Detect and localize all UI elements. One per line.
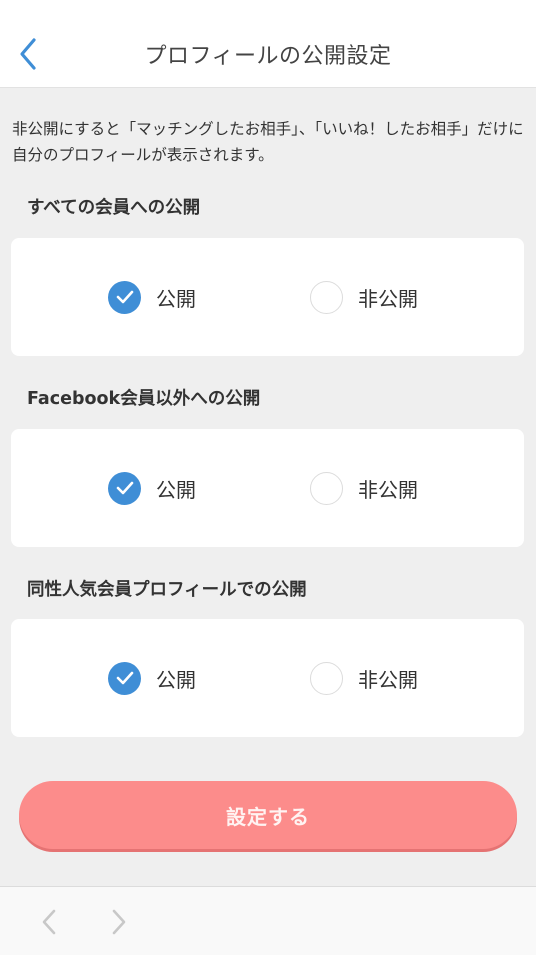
- private-option[interactable]: 非公開: [310, 470, 418, 506]
- option-label: 非公開: [358, 667, 418, 692]
- browser-forward-button[interactable]: [104, 907, 134, 937]
- radio-unchecked-icon: [310, 471, 343, 505]
- visibility-card-non-facebook: 公開 非公開: [11, 429, 524, 547]
- section-label-same-sex-popular: 同性人気会員プロフィールでの公開: [27, 580, 307, 600]
- option-label: 公開: [156, 477, 196, 502]
- radio-checked-icon: [108, 471, 141, 505]
- radio-checked-icon: [108, 661, 141, 695]
- option-label: 公開: [156, 667, 196, 692]
- public-option[interactable]: 公開: [108, 660, 196, 696]
- public-option[interactable]: 公開: [108, 470, 196, 506]
- option-label: 公開: [156, 286, 196, 311]
- section-label-all-members: すべての会員への公開: [27, 198, 201, 218]
- visibility-card-all-members: 公開 非公開: [11, 238, 524, 356]
- profile-visibility-screen: プロフィールの公開設定 非公開にすると「マッチングしたお相手」、「いいね！したお…: [0, 0, 536, 955]
- browser-toolbar: [0, 886, 536, 955]
- private-option[interactable]: 非公開: [310, 279, 418, 315]
- public-option[interactable]: 公開: [108, 279, 196, 315]
- submit-button[interactable]: 設定する: [19, 781, 517, 849]
- radio-checked-icon: [108, 280, 141, 314]
- radio-unchecked-icon: [310, 280, 343, 314]
- radio-unchecked-icon: [310, 661, 343, 695]
- page-title: プロフィールの公開設定: [144, 44, 392, 69]
- header: プロフィールの公開設定: [0, 0, 536, 88]
- chevron-right-icon: [112, 909, 126, 935]
- chevron-left-icon: [42, 909, 56, 935]
- option-label: 非公開: [358, 286, 418, 311]
- browser-back-button[interactable]: [34, 907, 64, 937]
- description-text: 非公開にすると「マッチングしたお相手」、「いいね！したお相手」だけに自分のプロフ…: [12, 120, 524, 164]
- option-label: 非公開: [358, 477, 418, 502]
- visibility-card-same-sex-popular: 公開 非公開: [11, 619, 524, 737]
- section-label-non-facebook: Facebook会員以外への公開: [27, 389, 261, 409]
- private-option[interactable]: 非公開: [310, 660, 418, 696]
